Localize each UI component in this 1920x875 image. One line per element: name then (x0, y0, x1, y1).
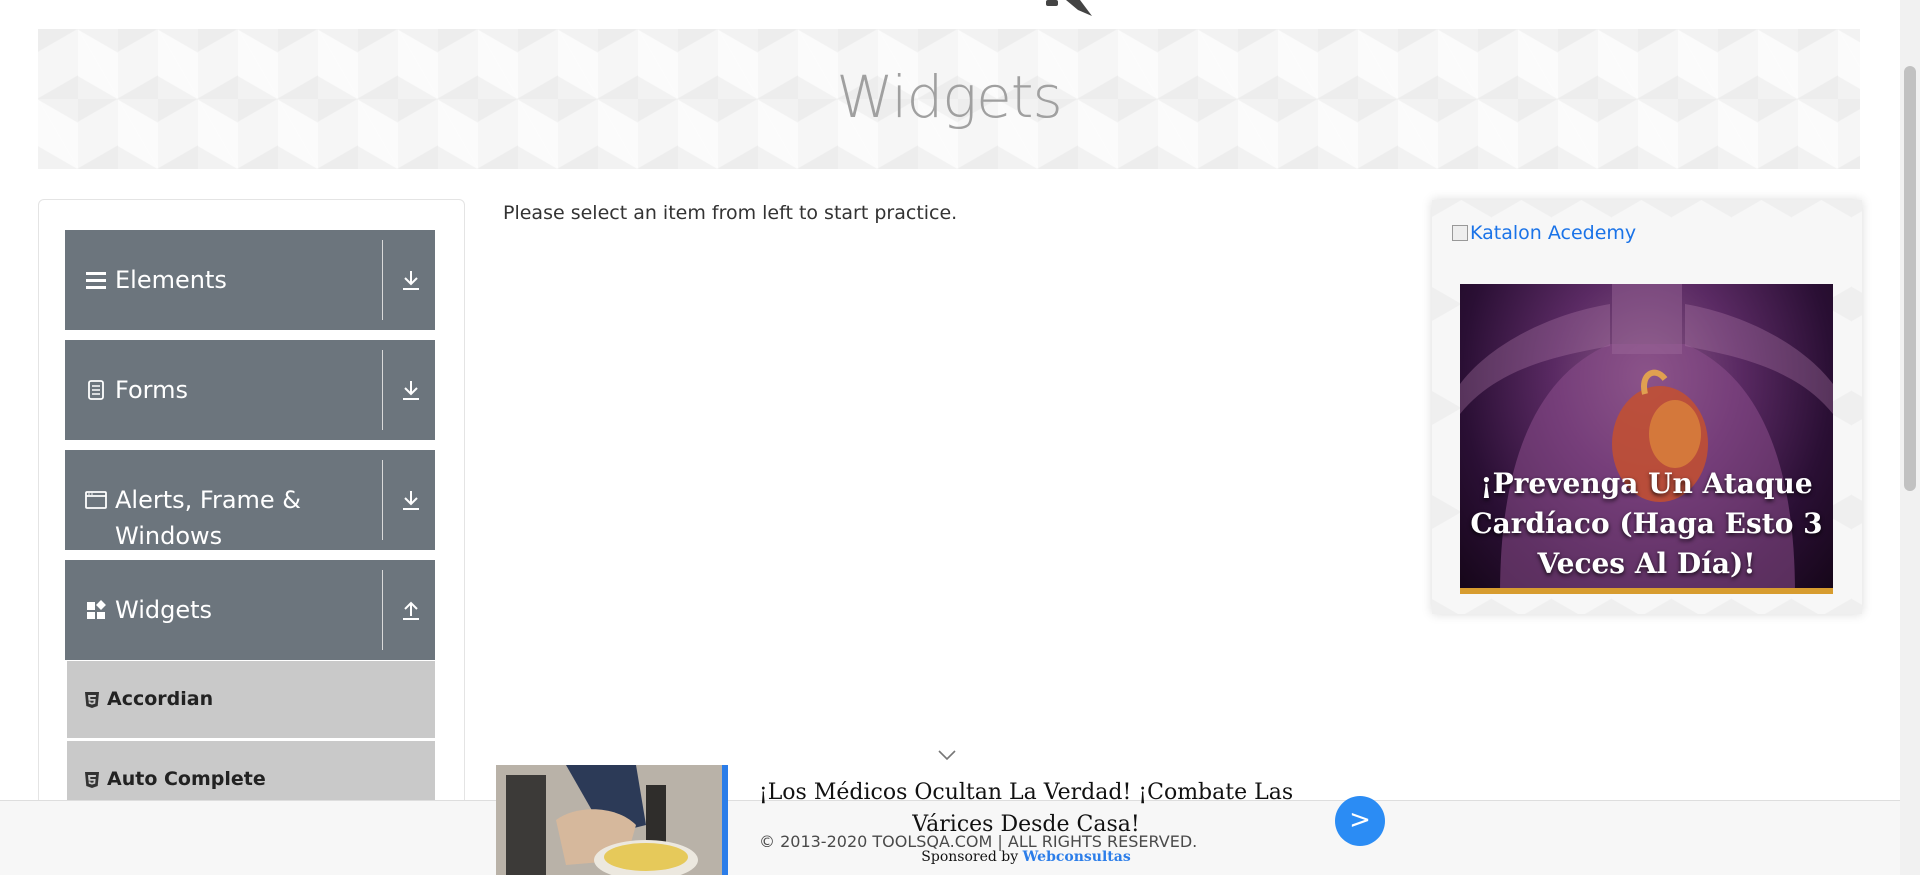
bottom-ad-image[interactable] (496, 765, 722, 875)
nav-group-label: Alerts, Frame & Windows (115, 486, 302, 550)
sidebar-item-label: Accordian (107, 688, 214, 710)
document-icon (88, 380, 104, 400)
site-logo[interactable] (1040, 0, 1096, 16)
window-icon (85, 491, 107, 509)
download-arrow-icon[interactable] (399, 378, 423, 402)
html5-icon (85, 772, 99, 788)
download-arrow-icon[interactable] (399, 268, 423, 292)
image-alt-text: Katalon Acedemy (1470, 222, 1637, 244)
upload-arrow-icon[interactable] (399, 598, 423, 622)
scrollbar-thumb[interactable] (1904, 66, 1916, 491)
legs-photo (496, 765, 722, 875)
chevron-down-icon[interactable] (936, 748, 958, 762)
side-ad-card: Katalon Acedemy ¡Prevenga Un Ataque Card… (1432, 200, 1862, 614)
ad-accent-stripe (1460, 588, 1833, 594)
sidebar-item-accordian[interactable]: Accordian (67, 661, 435, 739)
nav-group-label: Elements (115, 266, 227, 294)
katalon-academy-link[interactable]: Katalon Acedemy (1452, 222, 1636, 244)
nav-group-elements[interactable]: Elements (65, 230, 435, 330)
nav-group-label: Widgets (115, 596, 213, 624)
nav-group-alerts-frame-windows[interactable]: Alerts, Frame & Windows (65, 450, 435, 550)
sponsor-prefix: Sponsored by (921, 849, 1019, 865)
left-nav-panel: Elements Forms Alerts, Frame & Windows W… (38, 199, 465, 875)
sidebar-item-label: Auto Complete (107, 768, 266, 790)
sponsor-name[interactable]: Webconsultas (1023, 849, 1131, 865)
hamburger-icon (86, 272, 106, 289)
side-ad-image[interactable]: ¡Prevenga Un Ataque Cardíaco (Haga Esto … (1460, 284, 1833, 594)
divider (382, 350, 383, 430)
ad-go-button[interactable]: > (1335, 796, 1385, 846)
ad-accent-bar (722, 765, 728, 875)
nav-group-widgets[interactable]: Widgets (65, 560, 435, 660)
broken-image-icon (1452, 225, 1468, 241)
bottom-ad-banner[interactable]: ¡Los Médicos Ocultan La Verdad! ¡Combate… (496, 765, 1396, 875)
instruction-text: Please select an item from left to start… (503, 202, 958, 224)
vertical-scrollbar[interactable] (1900, 0, 1920, 875)
widgets-icon (87, 600, 106, 619)
html5-icon (85, 692, 99, 708)
divider (382, 570, 383, 650)
page-banner: Widgets (38, 29, 1860, 169)
nav-group-label: Forms (115, 376, 188, 404)
nav-group-forms[interactable]: Forms (65, 340, 435, 440)
download-arrow-icon[interactable] (399, 488, 423, 512)
bottom-ad-sponsor: Sponsored by Webconsultas (736, 849, 1316, 865)
bottom-ad-headline: ¡Los Médicos Ocultan La Verdad! ¡Combate… (758, 780, 1294, 837)
side-ad-headline: ¡Prevenga Un Ataque Cardíaco (Haga Esto … (1470, 467, 1823, 580)
divider (382, 460, 383, 540)
page-title: Widgets (836, 63, 1062, 131)
page: Widgets Elements Forms Alerts, Frame & W… (0, 0, 1920, 875)
divider (382, 240, 383, 320)
